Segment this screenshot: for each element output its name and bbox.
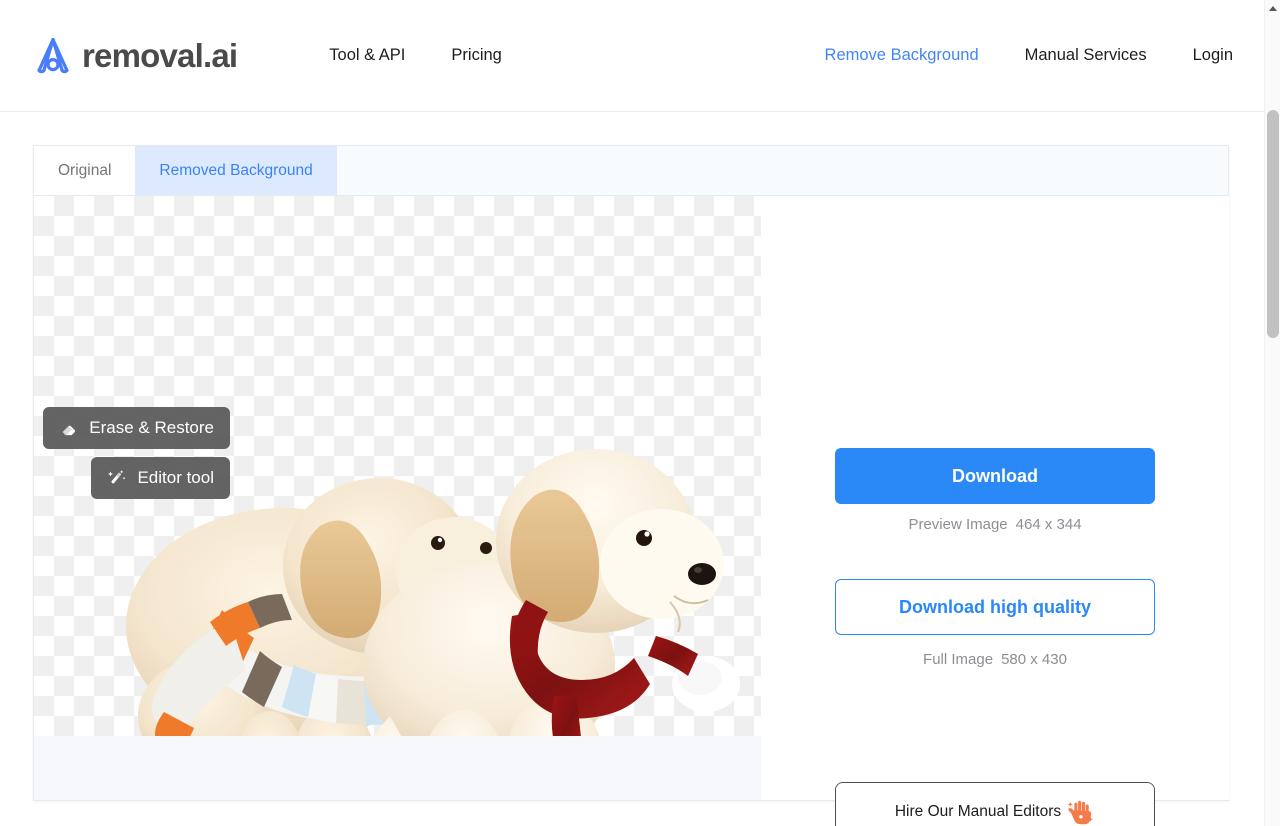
hire-card-top: Hire Our Manual Editors xyxy=(836,783,1154,826)
preview-image-label: Preview Image xyxy=(908,516,1008,533)
site-header: removal.ai Tool & API Pricing Remove Bac… xyxy=(0,0,1264,112)
result-card: Original Removed Background Erase & Rest… xyxy=(33,145,1229,826)
nav-pricing[interactable]: Pricing xyxy=(451,46,501,65)
preview-image-size: 464 x 344 xyxy=(1015,516,1082,533)
brand-logo-link[interactable]: removal.ai xyxy=(30,33,238,79)
erase-restore-button[interactable]: Erase & Restore xyxy=(43,407,230,449)
full-image-label: Full Image xyxy=(923,651,994,668)
scrollbar-thumb[interactable] xyxy=(1267,110,1279,338)
brand-name: removal.ai xyxy=(82,36,238,74)
full-image-size: 580 x 430 xyxy=(1001,651,1067,668)
page-root: removal.ai Tool & API Pricing Remove Bac… xyxy=(0,0,1280,826)
preview-image-caption: Preview Image 464 x 344 xyxy=(835,516,1155,533)
image-pane-footer xyxy=(34,736,761,800)
editor-tool-label: Editor tool xyxy=(137,468,214,487)
erase-restore-label: Erase & Restore xyxy=(89,418,214,437)
download-high-quality-button[interactable]: Download high quality xyxy=(835,579,1155,635)
scrollbar-arrow-up-icon[interactable] xyxy=(1265,0,1280,16)
hire-manual-editors-card[interactable]: Hire Our Manual Editors xyxy=(835,782,1155,826)
tab-removed-background[interactable]: Removed Background xyxy=(135,146,337,195)
full-image-caption: Full Image 580 x 430 xyxy=(835,651,1155,668)
download-button[interactable]: Download xyxy=(835,448,1155,504)
download-panel: Download Preview Image 464 x 344 Download… xyxy=(761,196,1229,826)
magic-wand-icon xyxy=(108,470,126,484)
page-scrollbar[interactable] xyxy=(1264,0,1280,826)
nav-tool-api[interactable]: Tool & API xyxy=(329,46,405,65)
nav-remove-background[interactable]: Remove Background xyxy=(825,46,979,65)
hire-manual-editors-label: Hire Our Manual Editors xyxy=(894,802,1062,820)
nav-login[interactable]: Login xyxy=(1193,46,1233,65)
result-tab-bar: Original Removed Background xyxy=(34,146,1228,196)
tab-original[interactable]: Original xyxy=(34,146,136,195)
editor-tool-button[interactable]: Editor tool xyxy=(91,457,230,499)
primary-nav-left: Tool & API Pricing xyxy=(329,46,502,65)
nav-manual-services[interactable]: Manual Services xyxy=(1025,46,1147,65)
removal-ai-logo-icon xyxy=(37,37,69,73)
primary-nav-right: Remove Background Manual Services Login xyxy=(825,46,1233,65)
image-preview-canvas[interactable]: Erase & Restore Editor tool xyxy=(34,196,761,736)
hand-icon xyxy=(1067,800,1093,824)
eraser-icon xyxy=(63,425,76,436)
